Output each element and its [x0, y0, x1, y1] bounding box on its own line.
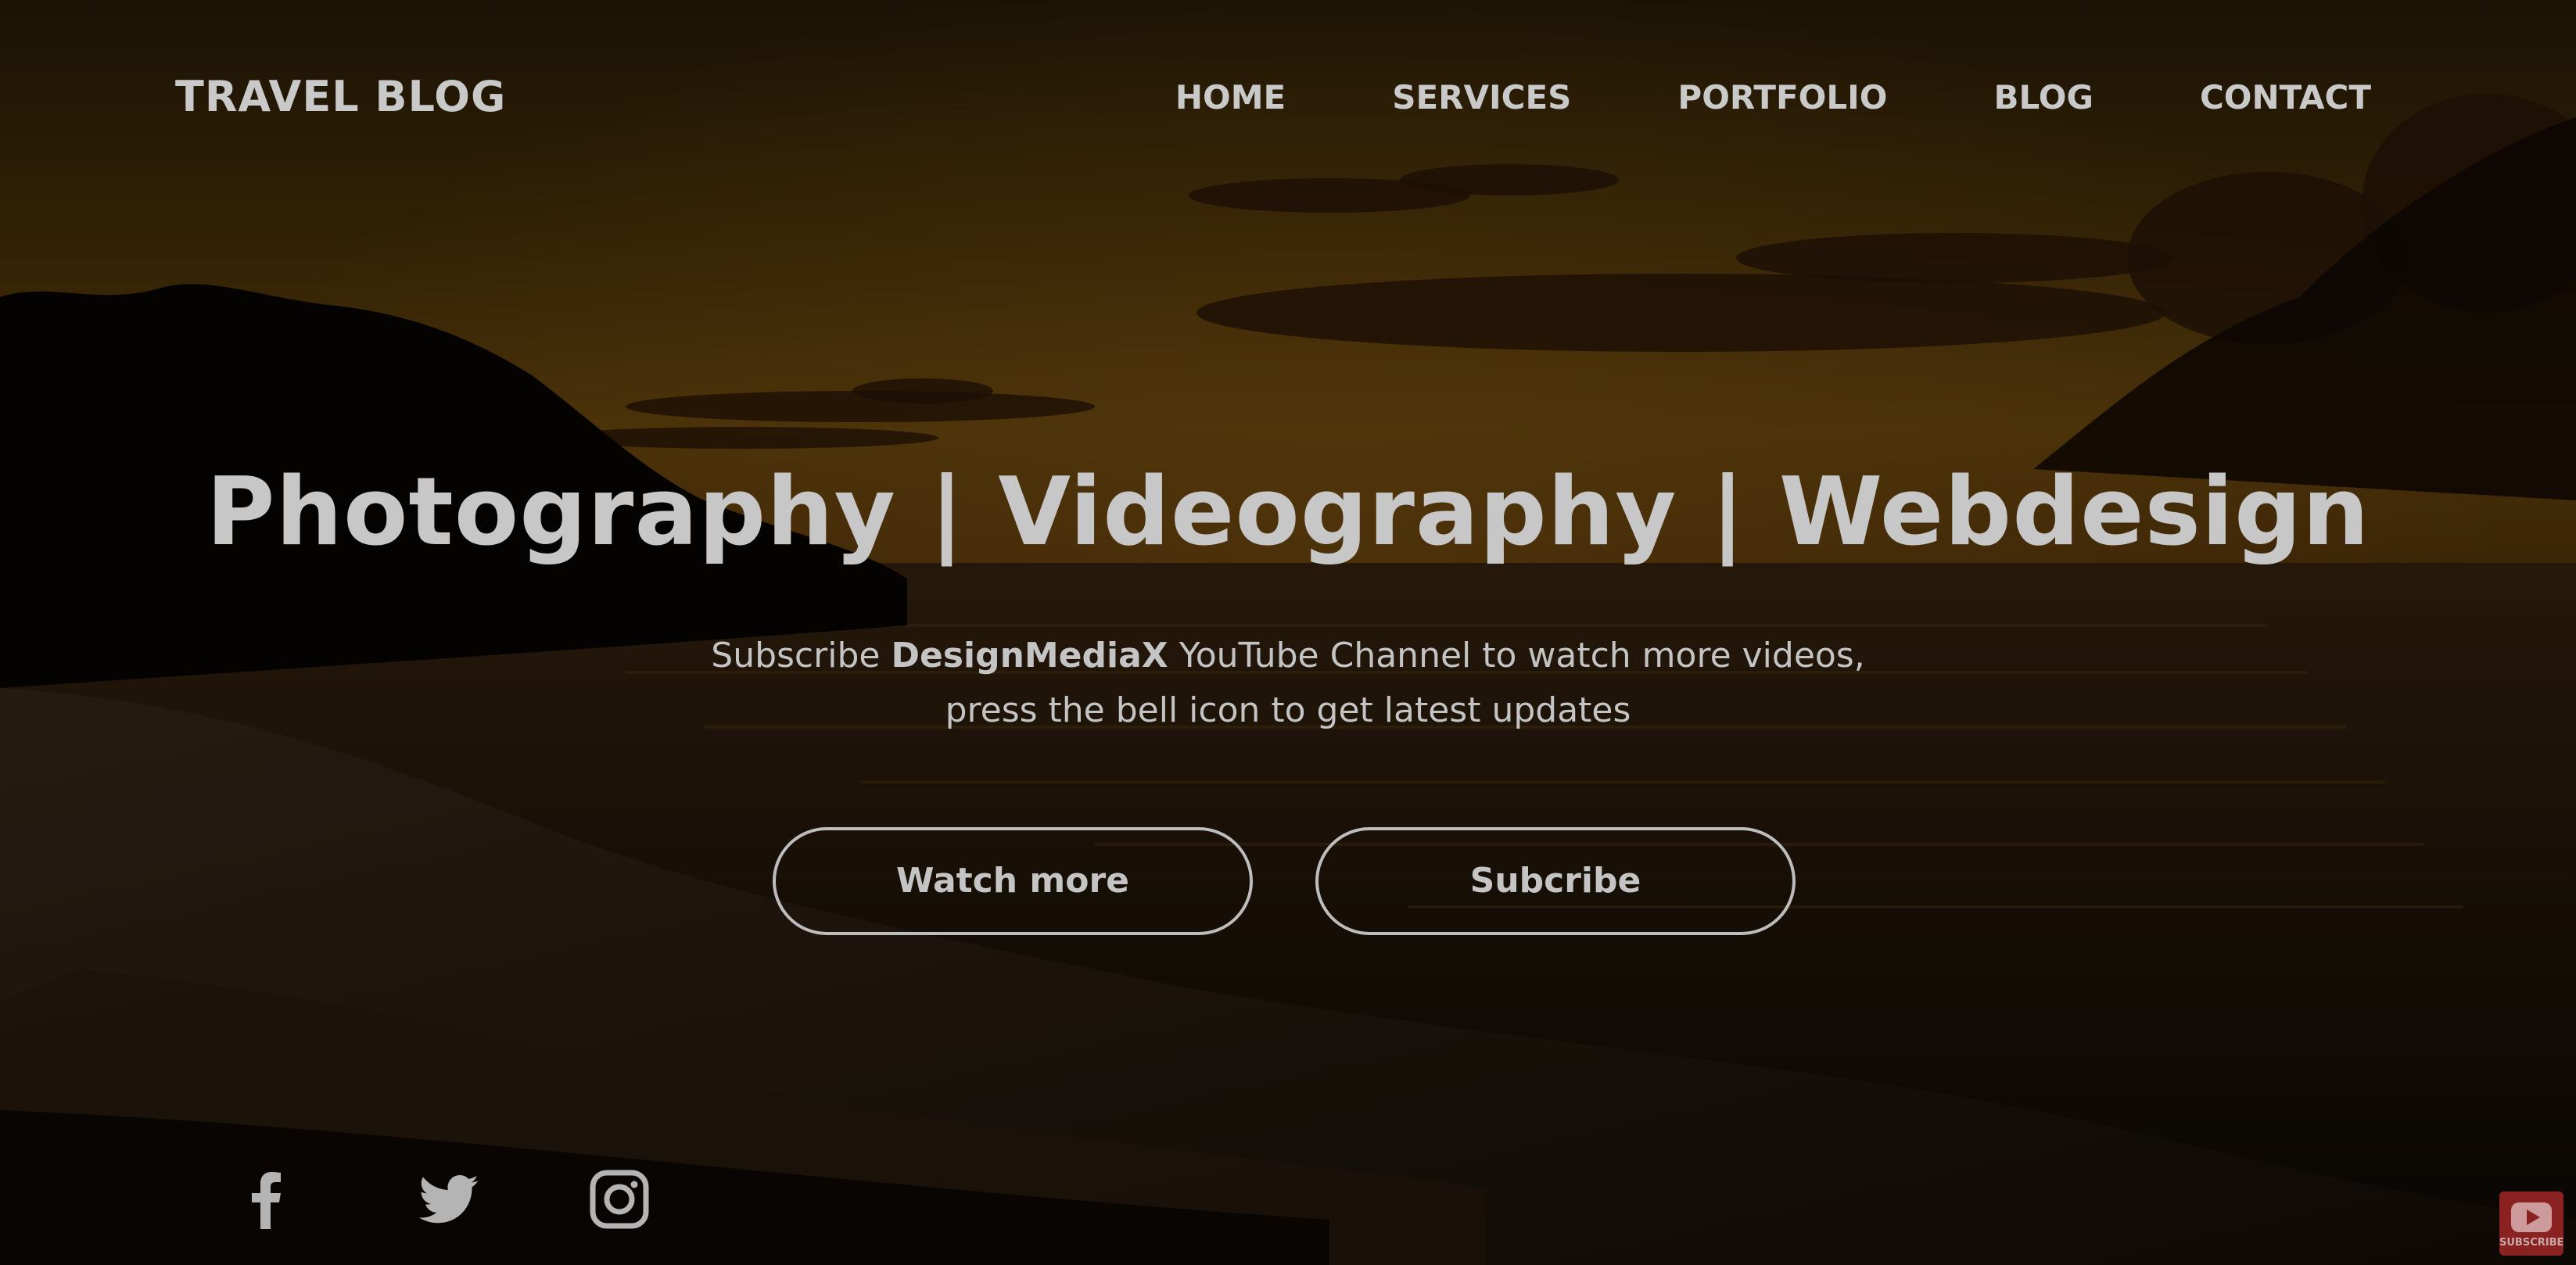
hero-headline: Photography | Videography | Webdesign	[206, 458, 2370, 567]
subtext-suffix: YouTube Channel to watch more videos,	[1168, 636, 1865, 676]
hero-subtext-line-2: press the bell icon to get latest update…	[945, 690, 1631, 730]
main-nav: HOME SERVICES PORTFOLIO BLOG CONTACT	[1175, 78, 2371, 116]
nav-portfolio[interactable]: PORTFOLIO	[1677, 78, 1887, 116]
hero-subtext: Subscribe DesignMediaX YouTube Channel t…	[0, 629, 2576, 738]
youtube-subscribe-badge[interactable]: SUBSCRIBE	[2499, 1192, 2563, 1256]
instagram-icon[interactable]	[588, 1168, 651, 1231]
twitter-icon[interactable]	[419, 1168, 482, 1231]
hero-subtext-line-1: Subscribe DesignMediaX YouTube Channel t…	[0, 629, 2576, 683]
site-logo[interactable]: TRAVEL BLOG	[175, 72, 506, 121]
badge-label: SUBSCRIBE	[2499, 1237, 2564, 1249]
subtext-prefix: Subscribe	[711, 636, 892, 676]
nav-contact[interactable]: CONTACT	[2200, 78, 2371, 116]
nav-home[interactable]: HOME	[1175, 78, 1286, 116]
watch-more-button[interactable]: Watch more	[773, 827, 1253, 935]
subtext-brand: DesignMediaX	[891, 636, 1168, 676]
nav-services[interactable]: SERVICES	[1392, 78, 1571, 116]
facebook-icon[interactable]	[235, 1168, 297, 1231]
hero-section: TRAVEL BLOG HOME SERVICES PORTFOLIO BLOG…	[0, 0, 2576, 1265]
youtube-play-icon	[2511, 1202, 2552, 1232]
subscribe-button[interactable]: Subcribe	[1315, 827, 1796, 935]
nav-blog[interactable]: BLOG	[1993, 78, 2093, 116]
